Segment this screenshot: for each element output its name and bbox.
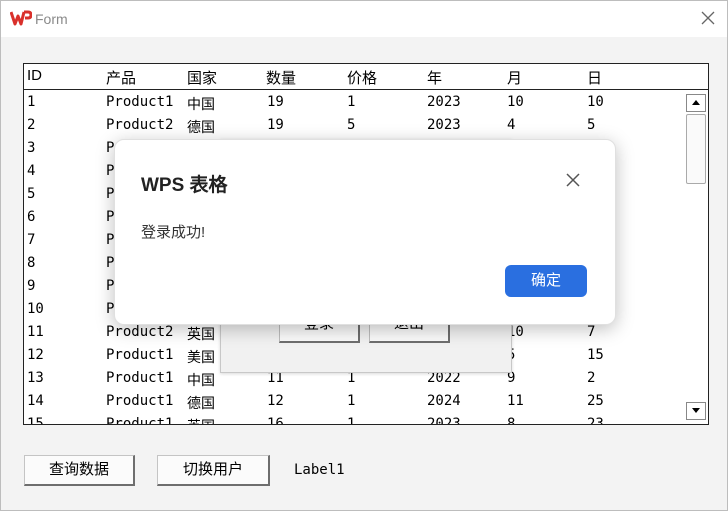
cell-id[interactable]: 4 xyxy=(27,163,35,179)
wps-logo-icon xyxy=(10,10,32,26)
cell-country[interactable]: 英国 xyxy=(187,416,215,424)
cell-id[interactable]: 10 xyxy=(27,301,44,317)
cell-product[interactable]: Product2 xyxy=(106,117,173,133)
cell-country[interactable]: 德国 xyxy=(187,117,215,137)
cell-price[interactable]: 1 xyxy=(347,416,355,424)
cell-quantity[interactable]: 12 xyxy=(267,393,284,409)
cell-year[interactable]: 2024 xyxy=(427,393,461,409)
cell-month[interactable]: 10 xyxy=(507,94,524,110)
column-header-id[interactable]: ID xyxy=(27,67,42,84)
cell-quantity[interactable]: 19 xyxy=(267,117,284,133)
arrow-down-icon xyxy=(692,408,700,413)
query-data-button[interactable]: 查询数据 xyxy=(24,455,135,486)
cell-id[interactable]: 14 xyxy=(27,393,44,409)
cell-country[interactable]: 中国 xyxy=(187,94,215,114)
cell-day[interactable]: 23 xyxy=(587,416,604,424)
cell-product[interactable]: Product1 xyxy=(106,393,173,409)
cell-id[interactable]: 1 xyxy=(27,94,35,110)
cell-id[interactable]: 7 xyxy=(27,232,35,248)
grid-header: ID 产品 国家 数量 价格 年 月 日 xyxy=(24,64,708,90)
cell-year[interactable]: 2023 xyxy=(427,94,461,110)
cell-id[interactable]: 3 xyxy=(27,140,35,156)
column-header-product[interactable]: 产品 xyxy=(106,67,136,88)
cell-id[interactable]: 12 xyxy=(27,347,44,363)
cell-country[interactable]: 美国 xyxy=(187,347,215,367)
cell-quantity[interactable]: 19 xyxy=(267,94,284,110)
ok-button[interactable]: 确定 xyxy=(505,265,587,297)
message-text: 登录成功! xyxy=(141,224,206,241)
cell-day[interactable]: 15 xyxy=(587,347,604,363)
column-header-year[interactable]: 年 xyxy=(427,67,442,88)
cell-product[interactable]: Product2 xyxy=(106,324,173,340)
cell-day[interactable]: 25 xyxy=(587,393,604,409)
label1: Label1 xyxy=(294,462,345,478)
cell-price[interactable]: 1 xyxy=(347,94,355,110)
cell-month[interactable]: 4 xyxy=(507,117,515,133)
cell-year[interactable]: 2023 xyxy=(427,117,461,133)
column-header-quantity[interactable]: 数量 xyxy=(266,67,296,88)
cell-product[interactable]: Product1 xyxy=(106,370,173,386)
close-icon[interactable] xyxy=(701,11,715,25)
message-box: WPS 表格 登录成功! 确定 xyxy=(114,139,616,325)
cell-country[interactable]: 英国 xyxy=(187,324,215,344)
scroll-up-button[interactable] xyxy=(686,94,706,112)
column-header-day[interactable]: 日 xyxy=(587,67,602,88)
cell-country[interactable]: 德国 xyxy=(187,393,215,413)
cell-price[interactable]: 5 xyxy=(347,117,355,133)
cell-product[interactable]: Product1 xyxy=(106,347,173,363)
arrow-up-icon xyxy=(692,100,700,105)
cell-day[interactable]: 7 xyxy=(587,324,595,340)
cell-quantity[interactable]: 16 xyxy=(267,416,284,424)
cell-month[interactable]: 11 xyxy=(507,393,524,409)
cell-month[interactable]: 8 xyxy=(507,416,515,424)
cell-product[interactable]: Product1 xyxy=(106,94,173,110)
cell-price[interactable]: 1 xyxy=(347,393,355,409)
cell-day[interactable]: 5 xyxy=(587,117,595,133)
cell-product[interactable]: Product1 xyxy=(106,416,173,424)
cell-id[interactable]: 9 xyxy=(27,278,35,294)
window-title: Form xyxy=(35,11,68,27)
cell-day[interactable]: 10 xyxy=(587,94,604,110)
cell-year[interactable]: 2023 xyxy=(427,416,461,424)
scroll-thumb[interactable] xyxy=(686,114,706,184)
cell-id[interactable]: 8 xyxy=(27,255,35,271)
cell-day[interactable]: 2 xyxy=(587,370,595,386)
column-header-country[interactable]: 国家 xyxy=(187,67,217,88)
cell-id[interactable]: 11 xyxy=(27,324,44,340)
message-box-title: WPS 表格 xyxy=(141,175,228,196)
scroll-down-button[interactable] xyxy=(686,402,706,420)
close-icon[interactable] xyxy=(566,173,580,187)
vertical-scrollbar[interactable] xyxy=(682,90,708,423)
title-bar: Form xyxy=(1,1,727,37)
cell-country[interactable]: 中国 xyxy=(187,370,215,390)
cell-id[interactable]: 13 xyxy=(27,370,44,386)
column-header-month[interactable]: 月 xyxy=(507,67,522,88)
cell-id[interactable]: 6 xyxy=(27,209,35,225)
switch-user-button[interactable]: 切换用户 xyxy=(157,455,270,486)
cell-id[interactable]: 5 xyxy=(27,186,35,202)
cell-id[interactable]: 2 xyxy=(27,117,35,133)
column-header-price[interactable]: 价格 xyxy=(347,67,377,88)
cell-id[interactable]: 15 xyxy=(27,416,44,424)
